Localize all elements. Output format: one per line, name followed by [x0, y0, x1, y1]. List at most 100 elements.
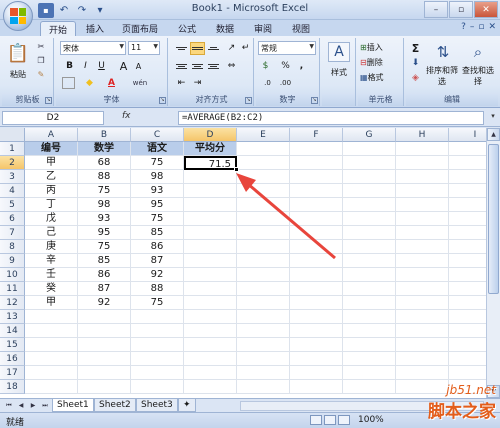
number-launcher-icon[interactable]: ↘ [311, 97, 318, 104]
cell-h2[interactable] [396, 156, 449, 170]
office-button[interactable] [3, 1, 33, 31]
styles-icon[interactable]: A [328, 42, 350, 62]
active-cell-d2[interactable]: 71.5 [184, 156, 237, 170]
cell-b10[interactable]: 86 [78, 268, 131, 282]
cell-e14[interactable] [237, 324, 290, 338]
prev-sheet-icon[interactable]: ◀ [16, 400, 26, 411]
currency-icon[interactable]: $ [258, 59, 273, 73]
cell-b6[interactable]: 93 [78, 212, 131, 226]
cell-a8[interactable]: 庚 [25, 240, 78, 254]
tab-view[interactable]: 视图 [284, 21, 318, 36]
percent-button[interactable]: % [278, 59, 293, 73]
align-bottom-icon[interactable] [206, 42, 221, 55]
cell-d17[interactable] [184, 366, 237, 380]
cell-d11[interactable] [184, 282, 237, 296]
column-header-g[interactable]: G [343, 128, 396, 142]
cell-c2[interactable]: 75 [131, 156, 184, 170]
cell-c14[interactable] [131, 324, 184, 338]
cell-h11[interactable] [396, 282, 449, 296]
cell-d14[interactable] [184, 324, 237, 338]
vertical-scrollbar[interactable]: ▲ ▼ [486, 128, 500, 398]
delete-cells-button[interactable]: ⊟ 删除 [360, 56, 402, 69]
underline-button[interactable]: U [94, 59, 109, 73]
cell-g16[interactable] [343, 352, 396, 366]
cell-e16[interactable] [237, 352, 290, 366]
cell-f17[interactable] [290, 366, 343, 380]
cell-i4[interactable] [449, 184, 486, 198]
last-sheet-icon[interactable]: ⏭ [40, 400, 50, 411]
scroll-up-icon[interactable]: ▲ [487, 128, 500, 141]
copy-icon[interactable]: ❐ [34, 54, 48, 67]
cell-f15[interactable] [290, 338, 343, 352]
expand-formula-bar-icon[interactable]: ▾ [488, 112, 498, 124]
ribbon-restore-icon[interactable]: ▫ [478, 22, 484, 32]
increase-indent-icon[interactable]: ⇥ [190, 76, 205, 90]
decrease-indent-icon[interactable]: ⇤ [174, 76, 189, 90]
cell-c10[interactable]: 92 [131, 268, 184, 282]
cell-d15[interactable] [184, 338, 237, 352]
cell-c7[interactable]: 85 [131, 226, 184, 240]
cell-f14[interactable] [290, 324, 343, 338]
cell-e8[interactable] [237, 240, 290, 254]
cell-f11[interactable] [290, 282, 343, 296]
cell-c12[interactable]: 75 [131, 296, 184, 310]
row-header-1[interactable]: 1 [0, 142, 25, 156]
styles-button[interactable]: 样式 [324, 66, 354, 78]
formula-input[interactable]: =AVERAGE(B2:C2) [178, 111, 484, 125]
cell-g14[interactable] [343, 324, 396, 338]
cell-d8[interactable] [184, 240, 237, 254]
cell-h14[interactable] [396, 324, 449, 338]
cut-icon[interactable]: ✂ [34, 40, 48, 53]
cell-e12[interactable] [237, 296, 290, 310]
sheet-tab-sheet2[interactable]: Sheet2 [94, 399, 136, 412]
autosum-button[interactable]: Σ [408, 41, 423, 55]
align-left-icon[interactable] [174, 60, 189, 73]
close-button[interactable]: ✕ [474, 1, 498, 18]
align-middle-icon[interactable] [190, 42, 205, 55]
tab-insert[interactable]: 插入 [78, 21, 112, 36]
cell-a12[interactable]: 甲 [25, 296, 78, 310]
row-header-11[interactable]: 11 [0, 282, 25, 296]
row-header-5[interactable]: 5 [0, 198, 25, 212]
help-icon[interactable]: ? [461, 22, 466, 32]
cell-a9[interactable]: 辛 [25, 254, 78, 268]
cell-b7[interactable]: 95 [78, 226, 131, 240]
row-header-2[interactable]: 2 [0, 156, 25, 170]
cell-a3[interactable]: 乙 [25, 170, 78, 184]
insert-function-icon[interactable]: fx [122, 111, 131, 125]
row-header-16[interactable]: 16 [0, 352, 25, 366]
cell-h8[interactable] [396, 240, 449, 254]
cell-e5[interactable] [237, 198, 290, 212]
first-sheet-icon[interactable]: ⏮ [4, 400, 14, 411]
zoom-level[interactable]: 100% [358, 415, 384, 425]
cell-h17[interactable] [396, 366, 449, 380]
select-all-corner[interactable] [0, 128, 25, 142]
cell-d16[interactable] [184, 352, 237, 366]
cell-a14[interactable] [25, 324, 78, 338]
cell-a7[interactable]: 己 [25, 226, 78, 240]
cell-b2[interactable]: 68 [78, 156, 131, 170]
cell-h6[interactable] [396, 212, 449, 226]
cell-a18[interactable] [25, 380, 78, 394]
cell-e3[interactable] [237, 170, 290, 184]
column-header-h[interactable]: H [396, 128, 449, 142]
cell-g11[interactable] [343, 282, 396, 296]
cell-b18[interactable] [78, 380, 131, 394]
cell-a16[interactable] [25, 352, 78, 366]
cell-g1[interactable] [343, 142, 396, 156]
align-top-icon[interactable] [174, 42, 189, 55]
cell-c8[interactable]: 86 [131, 240, 184, 254]
cell-i12[interactable] [449, 296, 486, 310]
table-header-cell[interactable]: 语文 [131, 142, 184, 156]
cell-h7[interactable] [396, 226, 449, 240]
cell-c17[interactable] [131, 366, 184, 380]
row-header-10[interactable]: 10 [0, 268, 25, 282]
cell-c4[interactable]: 93 [131, 184, 184, 198]
bold-button[interactable]: B [62, 59, 77, 73]
cell-i1[interactable] [449, 142, 486, 156]
cell-h15[interactable] [396, 338, 449, 352]
cell-f7[interactable] [290, 226, 343, 240]
cell-i6[interactable] [449, 212, 486, 226]
merge-center-icon[interactable]: ⇔ [224, 59, 239, 73]
cell-f4[interactable] [290, 184, 343, 198]
